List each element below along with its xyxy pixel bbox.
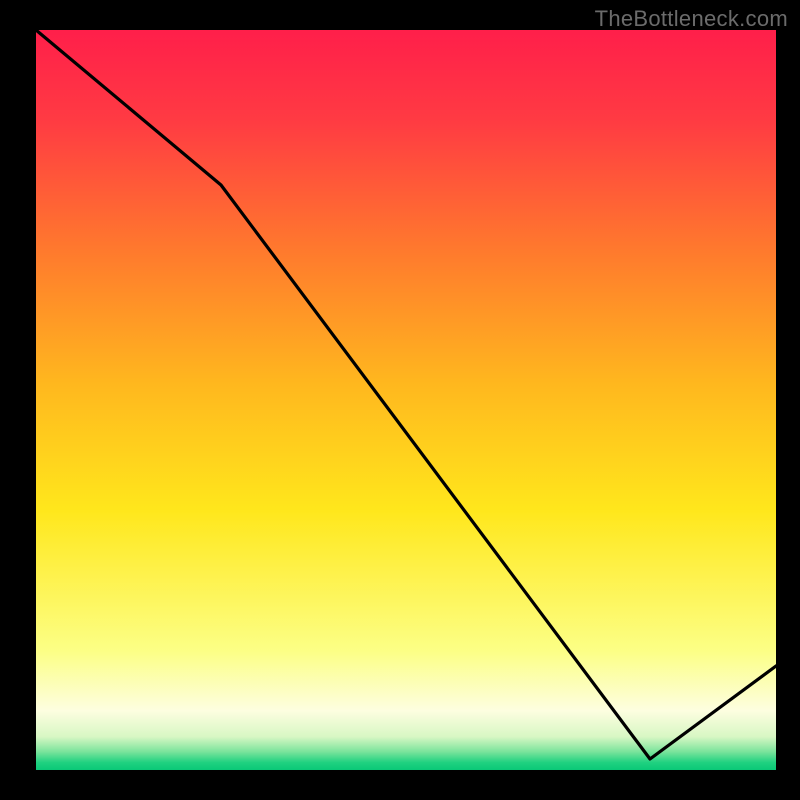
gradient-background <box>36 30 776 770</box>
watermark-label: TheBottleneck.com <box>595 6 788 32</box>
chart-canvas: TheBottleneck.com <box>0 0 800 800</box>
chart-plot <box>36 30 776 770</box>
